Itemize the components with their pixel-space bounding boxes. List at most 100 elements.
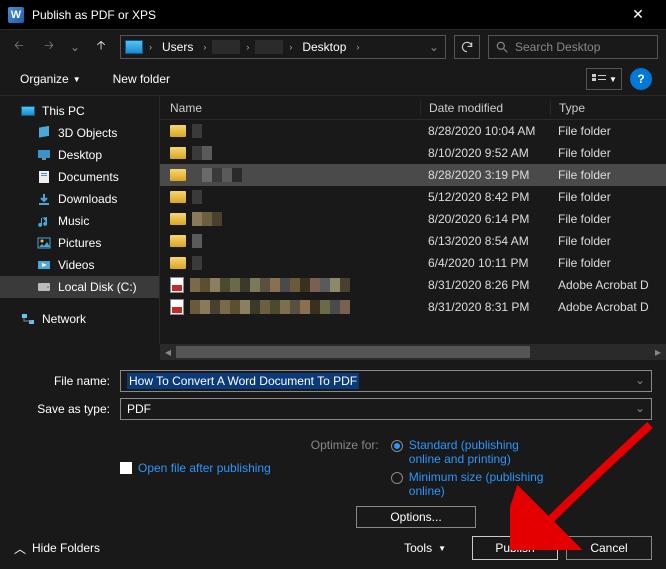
folder-icon	[170, 169, 186, 181]
view-options-button[interactable]: ▼	[586, 68, 622, 90]
forward-button: 🡢	[38, 36, 60, 58]
folder-icon	[36, 280, 52, 294]
file-row[interactable]: 8/28/2020 3:19 PMFile folder	[160, 164, 666, 186]
tree-item[interactable]: Pictures	[0, 232, 159, 254]
chevron-right-icon[interactable]: ›	[147, 42, 154, 52]
redacted-name	[190, 300, 350, 314]
tree-item[interactable]: Downloads	[0, 188, 159, 210]
file-row[interactable]: 6/4/2020 10:11 PMFile folder	[160, 252, 666, 274]
hide-folders-button[interactable]: ︿ Hide Folders	[14, 540, 100, 557]
redacted-name	[192, 234, 202, 248]
folder-icon	[36, 214, 52, 228]
redacted-name	[190, 278, 350, 292]
chevron-right-icon[interactable]: ›	[201, 42, 208, 52]
tree-item[interactable]: Local Disk (C:)	[0, 276, 159, 298]
folder-icon	[170, 235, 186, 247]
scroll-right-icon[interactable]: ▸	[650, 344, 666, 360]
redacted-name	[192, 256, 202, 270]
folder-icon	[170, 147, 186, 159]
dropdown-icon: ▼	[438, 544, 446, 553]
folder-icon	[170, 257, 186, 269]
refresh-icon	[460, 40, 474, 54]
pdf-icon	[170, 299, 184, 315]
dropdown-icon: ▼	[73, 75, 81, 84]
checkbox-icon	[120, 462, 132, 474]
crumb-desktop[interactable]: Desktop	[298, 40, 350, 54]
filename-input[interactable]: How To Convert A Word Document To PDF	[120, 370, 652, 392]
folder-icon	[170, 125, 186, 137]
redacted-name	[192, 168, 242, 182]
column-name[interactable]: Name	[160, 101, 420, 115]
organize-button[interactable]: Organize ▼	[14, 68, 87, 90]
address-dropdown[interactable]: ⌄	[427, 40, 441, 54]
file-row[interactable]: 8/28/2020 10:04 AMFile folder	[160, 120, 666, 142]
optimize-minimum-radio[interactable]: Minimum size (publishing online)	[391, 470, 549, 498]
crumb-redacted[interactable]	[255, 40, 283, 54]
folder-icon	[36, 170, 52, 184]
network-icon	[20, 312, 36, 326]
folder-icon	[36, 192, 52, 206]
window-title: Publish as PDF or XPS	[32, 8, 618, 22]
scroll-left-icon[interactable]: ◂	[160, 344, 176, 360]
back-button[interactable]: 🡠	[8, 36, 30, 58]
search-input[interactable]: Search Desktop	[488, 35, 658, 59]
crumb-users[interactable]: Users	[158, 40, 197, 54]
crumb-redacted[interactable]	[212, 40, 240, 54]
tree-item[interactable]: Desktop	[0, 144, 159, 166]
cancel-button[interactable]: Cancel	[566, 536, 652, 560]
tree-item[interactable]: 3D Objects	[0, 122, 159, 144]
optimize-standard-radio[interactable]: Standard (publishing online and printing…	[391, 438, 549, 466]
pc-icon	[125, 40, 143, 54]
radio-icon	[391, 440, 403, 452]
redacted-name	[192, 212, 222, 226]
tree-network[interactable]: Network	[0, 308, 159, 330]
publish-button[interactable]: Publish	[472, 536, 558, 560]
file-row[interactable]: 8/31/2020 8:26 PMAdobe Acrobat D	[160, 274, 666, 296]
address-bar[interactable]: › Users › › › Desktop › ⌄	[120, 35, 446, 59]
file-row[interactable]: 5/12/2020 8:42 PMFile folder	[160, 186, 666, 208]
file-row[interactable]: 8/10/2020 9:52 AMFile folder	[160, 142, 666, 164]
refresh-button[interactable]	[454, 35, 480, 59]
view-icon	[591, 73, 607, 85]
saveas-dropdown[interactable]: PDF	[120, 398, 652, 420]
app-icon: W	[8, 7, 24, 23]
chevron-right-icon[interactable]: ›	[244, 42, 251, 52]
file-row[interactable]: 8/20/2020 6:14 PMFile folder	[160, 208, 666, 230]
search-icon	[495, 40, 509, 54]
tree-item[interactable]: Videos	[0, 254, 159, 276]
file-row[interactable]: 6/13/2020 8:54 AMFile folder	[160, 230, 666, 252]
redacted-name	[192, 190, 202, 204]
tree-this-pc[interactable]: This PC	[0, 100, 159, 122]
new-folder-button[interactable]: New folder	[107, 68, 176, 90]
file-row[interactable]: 8/31/2020 8:31 PMAdobe Acrobat D	[160, 296, 666, 318]
tree-item[interactable]: Music	[0, 210, 159, 232]
redacted-name	[192, 124, 202, 138]
pdf-icon	[170, 277, 184, 293]
history-dropdown[interactable]: ⌄	[68, 40, 82, 54]
horizontal-scrollbar[interactable]: ◂ ▸	[160, 344, 666, 360]
close-button[interactable]: ✕	[618, 6, 658, 23]
column-type[interactable]: Type	[550, 101, 666, 115]
file-list[interactable]: 8/28/2020 10:04 AMFile folder8/10/2020 9…	[160, 120, 666, 344]
pc-icon	[20, 104, 36, 118]
folder-icon	[170, 191, 186, 203]
navigation-tree: This PC 3D ObjectsDesktopDocumentsDownlo…	[0, 96, 160, 344]
folder-icon	[36, 126, 52, 140]
search-placeholder: Search Desktop	[515, 40, 600, 54]
options-button[interactable]: Options...	[356, 506, 476, 528]
column-date[interactable]: Date modified	[420, 101, 550, 115]
tools-dropdown[interactable]: Tools ▼	[404, 541, 446, 555]
chevron-right-icon[interactable]: ›	[354, 42, 361, 52]
radio-icon	[391, 472, 403, 484]
help-button[interactable]: ?	[630, 68, 652, 90]
folder-icon	[36, 148, 52, 162]
chevron-up-icon: ︿	[14, 540, 26, 557]
filename-label: File name:	[14, 374, 120, 388]
up-button[interactable]: 🡡	[90, 36, 112, 58]
open-after-checkbox[interactable]: Open file after publishing	[120, 438, 271, 498]
chevron-right-icon[interactable]: ›	[287, 42, 294, 52]
redacted-name	[192, 146, 212, 160]
folder-icon	[36, 236, 52, 250]
tree-item[interactable]: Documents	[0, 166, 159, 188]
optimize-label: Optimize for:	[311, 438, 379, 498]
